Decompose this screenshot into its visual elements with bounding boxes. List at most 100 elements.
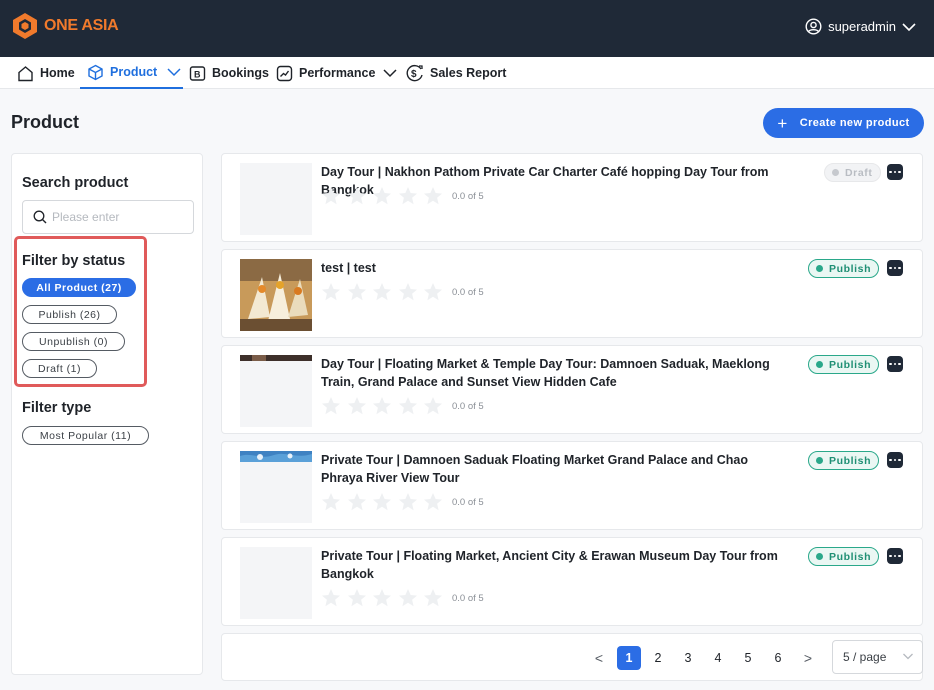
filter-all-product[interactable]: All Product (27) <box>22 278 136 297</box>
status-badge: Publish <box>808 547 880 566</box>
more-options-button[interactable] <box>887 548 903 564</box>
page-4[interactable]: 4 <box>706 646 730 670</box>
star-icon <box>322 397 340 415</box>
nav-product[interactable]: Product <box>80 57 183 89</box>
user-menu[interactable]: superadmin <box>805 18 916 35</box>
filter-publish[interactable]: Publish (26) <box>22 305 117 324</box>
filter-most-popular[interactable]: Most Popular (11) <box>22 426 149 445</box>
user-circle-icon <box>805 18 822 35</box>
rating-stars: 0.0 of 5 <box>321 492 484 512</box>
chevron-down-icon <box>167 68 181 77</box>
status-badge: Draft <box>824 163 881 182</box>
status-badge: Publish <box>808 355 880 374</box>
nav-performance[interactable]: Performance <box>276 57 397 89</box>
more-options-button[interactable] <box>887 452 903 468</box>
page-6[interactable]: 6 <box>766 646 790 670</box>
more-options-button[interactable] <box>887 164 903 180</box>
rating-stars: 0.0 of 5 <box>321 588 484 608</box>
product-card[interactable]: Day Tour | Floating Market & Temple Day … <box>221 345 923 434</box>
chevron-down-icon <box>902 22 916 31</box>
product-thumbnail <box>240 355 312 427</box>
status-badge-label: Publish <box>829 262 872 275</box>
page-3[interactable]: 3 <box>676 646 700 670</box>
filter-unpublish[interactable]: Unpublish (0) <box>22 332 125 351</box>
star-icon <box>347 397 366 415</box>
next-page-button[interactable]: > <box>796 646 820 670</box>
product-card[interactable]: test | test 0.0 of 5 Publish <box>221 249 923 338</box>
star-icon <box>322 589 340 607</box>
more-options-button[interactable] <box>887 260 903 276</box>
page-size-select[interactable]: 5 / page <box>832 640 923 674</box>
bookings-icon: B <box>189 65 206 81</box>
nav-performance-label: Performance <box>299 66 376 80</box>
product-thumbnail <box>240 259 312 331</box>
product-photo <box>240 451 312 523</box>
star-icon <box>424 397 443 415</box>
create-product-label: Create new product <box>799 117 910 129</box>
prev-page-button[interactable]: < <box>587 646 611 670</box>
star-icon <box>398 397 417 415</box>
product-card[interactable]: Private Tour | Damnoen Saduak Floating M… <box>221 441 923 530</box>
star-icon <box>424 493 443 511</box>
star-icon <box>424 283 443 301</box>
nav-product-label: Product <box>110 65 158 79</box>
search-box[interactable] <box>22 200 194 234</box>
search-heading: Search product <box>22 175 129 191</box>
product-title[interactable]: Day Tour | Floating Market & Temple Day … <box>321 355 791 391</box>
status-badge-label: Draft <box>845 166 873 179</box>
star-icon <box>398 187 417 205</box>
nav-bookings[interactable]: B Bookings <box>189 57 269 89</box>
pagination: < 1 2 3 4 5 6 > 5 / page <box>221 633 923 681</box>
star-icon <box>322 187 340 205</box>
search-input[interactable] <box>52 210 182 224</box>
rating-text: 0.0 of 5 <box>451 400 484 412</box>
rating-text: 0.0 of 5 <box>451 190 484 202</box>
star-icon <box>322 493 340 511</box>
star-icon <box>347 493 366 511</box>
page-5[interactable]: 5 <box>736 646 760 670</box>
star-icon <box>373 589 392 607</box>
product-card[interactable]: Day Tour | Nakhon Pathom Private Car Cha… <box>221 153 923 242</box>
star-icon <box>398 283 417 301</box>
box-icon <box>88 64 103 80</box>
rating-stars: 0.0 of 5 <box>321 282 484 302</box>
one-asia-logo-icon <box>13 13 37 39</box>
nav-home[interactable]: Home <box>17 57 75 89</box>
svg-text:B: B <box>194 69 201 79</box>
page-title: Product <box>11 112 80 132</box>
star-icon <box>373 283 392 301</box>
nav-sales-report-label: Sales Report <box>430 66 507 80</box>
star-icon <box>347 187 366 205</box>
star-icon <box>398 493 417 511</box>
star-icon <box>424 187 443 205</box>
star-icon <box>347 589 366 607</box>
chevron-down-icon <box>383 69 397 78</box>
brand-logo[interactable]: ONE ASIA <box>12 12 119 40</box>
rating-text: 0.0 of 5 <box>451 496 484 508</box>
username: superadmin <box>828 19 896 34</box>
status-filter-heading: Filter by status <box>22 253 126 269</box>
filter-sidebar: Search product Filter by status All Prod… <box>11 153 203 675</box>
brand-name: ONE ASIA <box>44 17 119 34</box>
filter-draft[interactable]: Draft (1) <box>22 359 97 378</box>
status-badge: Publish <box>808 259 880 278</box>
product-title[interactable]: Private Tour | Damnoen Saduak Floating M… <box>321 451 791 487</box>
product-photo <box>240 355 312 427</box>
home-icon <box>18 65 33 81</box>
svg-text:$: $ <box>411 69 417 80</box>
product-title[interactable]: Private Tour | Floating Market, Ancient … <box>321 547 791 583</box>
page-size-value: 5 / page <box>843 650 887 664</box>
page-2[interactable]: 2 <box>646 646 670 670</box>
product-title[interactable]: test | test <box>321 259 791 277</box>
chevron-down-icon <box>903 653 913 660</box>
create-product-button[interactable]: + Create new product <box>763 108 924 138</box>
product-thumbnail <box>240 163 312 235</box>
star-icon <box>424 589 443 607</box>
more-options-button[interactable] <box>887 356 903 372</box>
product-card[interactable]: Private Tour | Floating Market, Ancient … <box>221 537 923 626</box>
star-icon <box>322 283 340 301</box>
search-icon <box>33 210 47 224</box>
nav-bookings-label: Bookings <box>212 66 269 80</box>
nav-sales-report[interactable]: $ Sales Report <box>406 57 506 89</box>
page-1[interactable]: 1 <box>617 646 641 670</box>
